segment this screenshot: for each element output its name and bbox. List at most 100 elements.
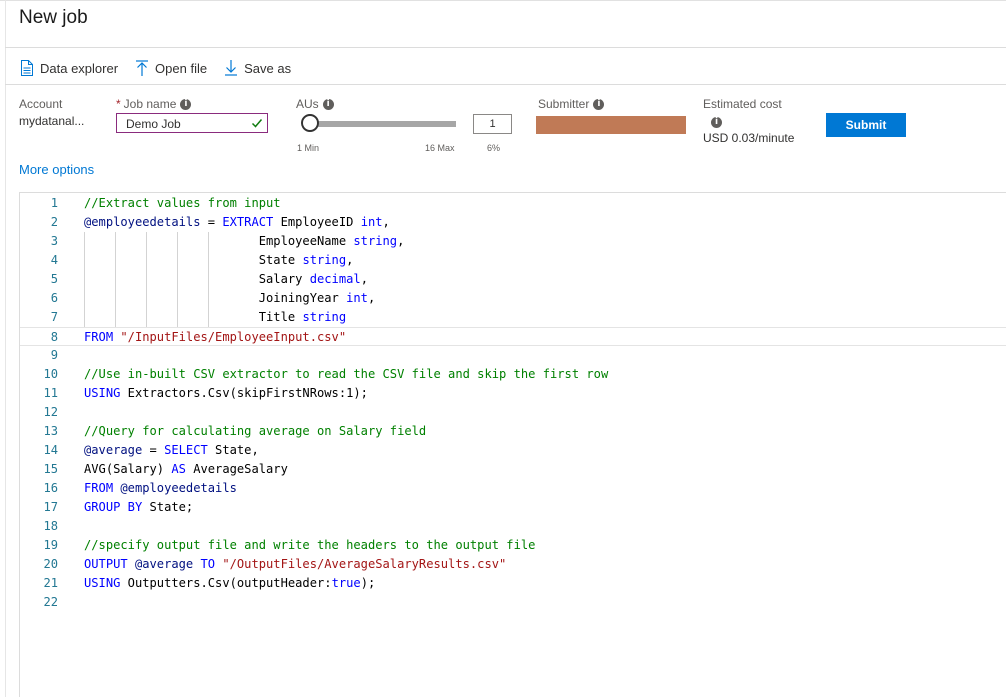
info-icon[interactable]: i [711, 117, 722, 128]
open-file-button[interactable]: Open file [135, 60, 207, 76]
info-icon[interactable]: i [180, 98, 192, 110]
code-text: JoiningYear int, [84, 289, 376, 308]
code-token: "/InputFiles/EmployeeInput.csv" [120, 330, 347, 344]
code-line[interactable]: 19 //specify output file and write the he… [20, 536, 1006, 555]
code-line[interactable]: 6 JoiningYear int, [20, 289, 1006, 308]
code-token: FROM [84, 330, 114, 344]
code-token: USING [84, 386, 121, 400]
indent-guide [115, 232, 116, 327]
code-line[interactable]: 22 [20, 593, 1006, 612]
code-token: AverageSalary [185, 462, 288, 476]
code-token: EXTRACT [222, 215, 274, 229]
code-line[interactable]: 4 State string, [20, 251, 1006, 270]
code-text: OUTPUT @average TO "/OutputFiles/Average… [84, 555, 506, 574]
code-text: FROM "/InputFiles/EmployeeInput.csv" [84, 328, 346, 347]
indent-guide [146, 232, 147, 327]
line-number: 19 [43, 538, 58, 552]
code-token: GROUP BY [84, 500, 143, 514]
code-token: @average [84, 443, 143, 457]
code-line[interactable]: 13 //Query for calculating average on Sal… [20, 422, 1006, 441]
code-token: , [367, 291, 376, 305]
line-number: 14 [43, 443, 58, 457]
code-token: , [360, 272, 368, 286]
jobname-label-text: Job name [123, 97, 177, 111]
code-line[interactable]: 9 [20, 346, 1006, 365]
code-line[interactable]: 3 EmployeeName string, [20, 232, 1006, 251]
code-text: //Query for calculating average on Salar… [84, 422, 426, 441]
code-line[interactable]: 1 //Extract values from input [20, 194, 1006, 213]
required-asterisk: * [116, 97, 121, 111]
line-number: 8 [50, 330, 58, 344]
save-as-button[interactable]: Save as [224, 60, 291, 76]
code-line[interactable]: 17 GROUP BY State; [20, 498, 1006, 517]
code-token: State; [142, 500, 194, 514]
code-line[interactable]: 12 [20, 403, 1006, 422]
aus-percent: 6% [487, 143, 501, 153]
code-text: Salary decimal, [84, 270, 368, 289]
code-line[interactable]: 11 USING Extractors.Csv(skipFirstNRows:1)… [20, 384, 1006, 403]
code-line[interactable]: 7 Title string [20, 308, 1006, 327]
code-line[interactable]: 20 OUTPUT @average TO "/OutputFiles/Avera… [20, 555, 1006, 574]
code-token: TO [200, 557, 216, 571]
code-token: USING [84, 576, 121, 590]
more-options-link[interactable]: More options [19, 162, 94, 177]
line-number: 12 [43, 405, 58, 419]
window-top-border [0, 0, 1006, 5]
submitter-redacted [536, 116, 686, 134]
download-arrow-icon [225, 60, 238, 76]
code-line[interactable]: 18 [20, 517, 1006, 536]
jobname-input[interactable]: Demo Job [116, 113, 268, 133]
info-icon[interactable]: i [593, 98, 605, 110]
info-icon[interactable]: i [322, 98, 334, 110]
line-number: 2 [50, 215, 58, 229]
page-title: New job [19, 7, 88, 28]
code-token: State, [207, 443, 259, 457]
code-token: int [360, 215, 383, 229]
code-token: ); [360, 576, 376, 590]
aus-label: AUs i [296, 97, 334, 111]
code-text: State string, [84, 251, 354, 270]
code-token: //Extract values from input [84, 196, 281, 210]
submit-button[interactable]: Submit [826, 113, 906, 137]
code-line[interactable]: 10 //Use in-built CSV extractor to read t… [20, 365, 1006, 384]
code-line[interactable]: 15 AVG(Salary) AS AverageSalary [20, 460, 1006, 479]
code-line[interactable]: 16 FROM @employeedetails [20, 479, 1006, 498]
code-line[interactable]: 14 @average = SELECT State, [20, 441, 1006, 460]
jobname-label: * Job name i [116, 97, 192, 111]
code-token: Salary [84, 272, 310, 286]
code-token: FROM [84, 481, 114, 495]
code-line[interactable]: 2 @employeedetails = EXTRACT EmployeeID i… [20, 213, 1006, 232]
line-number: 10 [43, 367, 58, 381]
code-token: OUTPUT [84, 557, 128, 571]
account-label-text: Account [19, 97, 63, 111]
data-explorer-button[interactable]: Data explorer [20, 60, 118, 76]
aus-label-text: AUs [296, 97, 319, 111]
upload-arrow-icon [136, 60, 149, 76]
cost-label-text: Estimated cost [703, 97, 782, 111]
code-editor[interactable]: 1 //Extract values from input 2 @employeede… [19, 192, 1006, 697]
aus-input[interactable]: 1 [473, 114, 512, 134]
aus-slider-thumb[interactable] [301, 114, 319, 132]
code-token: string [353, 234, 398, 248]
code-token: Title [84, 310, 303, 324]
save-as-label: Save as [244, 60, 292, 76]
code-line[interactable]: 21 USING Outputters.Csv(outputHeader:true… [20, 574, 1006, 593]
code-token: State [84, 253, 303, 267]
code-text: //specify output file and write the head… [84, 536, 535, 555]
document-icon [21, 60, 33, 76]
code-token: , [382, 215, 390, 229]
toolbar: Data explorer Open file Save as [20, 57, 308, 79]
line-number: 17 [43, 500, 58, 514]
aus-min-label: 1 Min [297, 143, 320, 153]
line-number: 16 [43, 481, 58, 495]
code-line[interactable]: 8 FROM "/InputFiles/EmployeeInput.csv" [20, 327, 1006, 346]
code-token: @employeedetails [120, 481, 237, 495]
aus-max-label: 16 Max [425, 143, 455, 153]
indent-guide [208, 232, 209, 327]
code-token: = [200, 215, 223, 229]
aus-slider-track[interactable] [310, 121, 456, 127]
code-token: EmployeeID [273, 215, 361, 229]
code-token: AS [171, 462, 186, 476]
code-line[interactable]: 5 Salary decimal, [20, 270, 1006, 289]
code-token: //Query for calculating average on Salar… [84, 424, 427, 438]
